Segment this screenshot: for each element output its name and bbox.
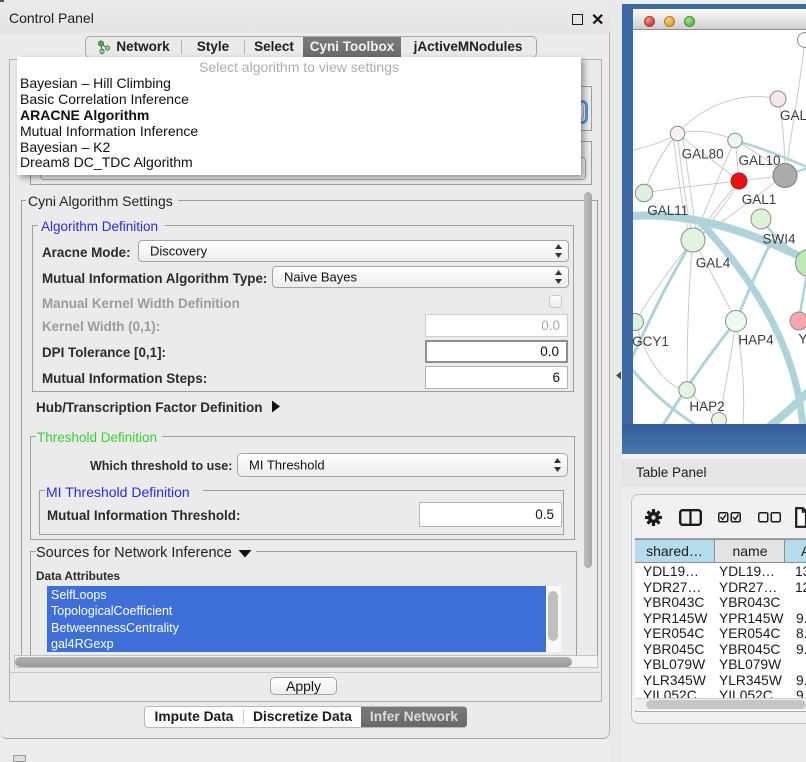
svg-text:HAP4: HAP4 [738, 333, 774, 348]
svg-text:GAL11: GAL11 [647, 203, 688, 218]
svg-text:GCY1: GCY1 [633, 334, 669, 349]
svg-text:Y: Y [798, 332, 806, 347]
svg-text:SWI4: SWI4 [762, 232, 795, 247]
svg-text:GAL80: GAL80 [682, 147, 724, 162]
svg-text:GAL10: GAL10 [738, 153, 780, 168]
svg-text:HAP2: HAP2 [689, 399, 724, 414]
svg-text:GAL1: GAL1 [742, 192, 777, 207]
svg-text:GAL4: GAL4 [696, 256, 731, 271]
svg-text:GAL: GAL [780, 108, 806, 123]
